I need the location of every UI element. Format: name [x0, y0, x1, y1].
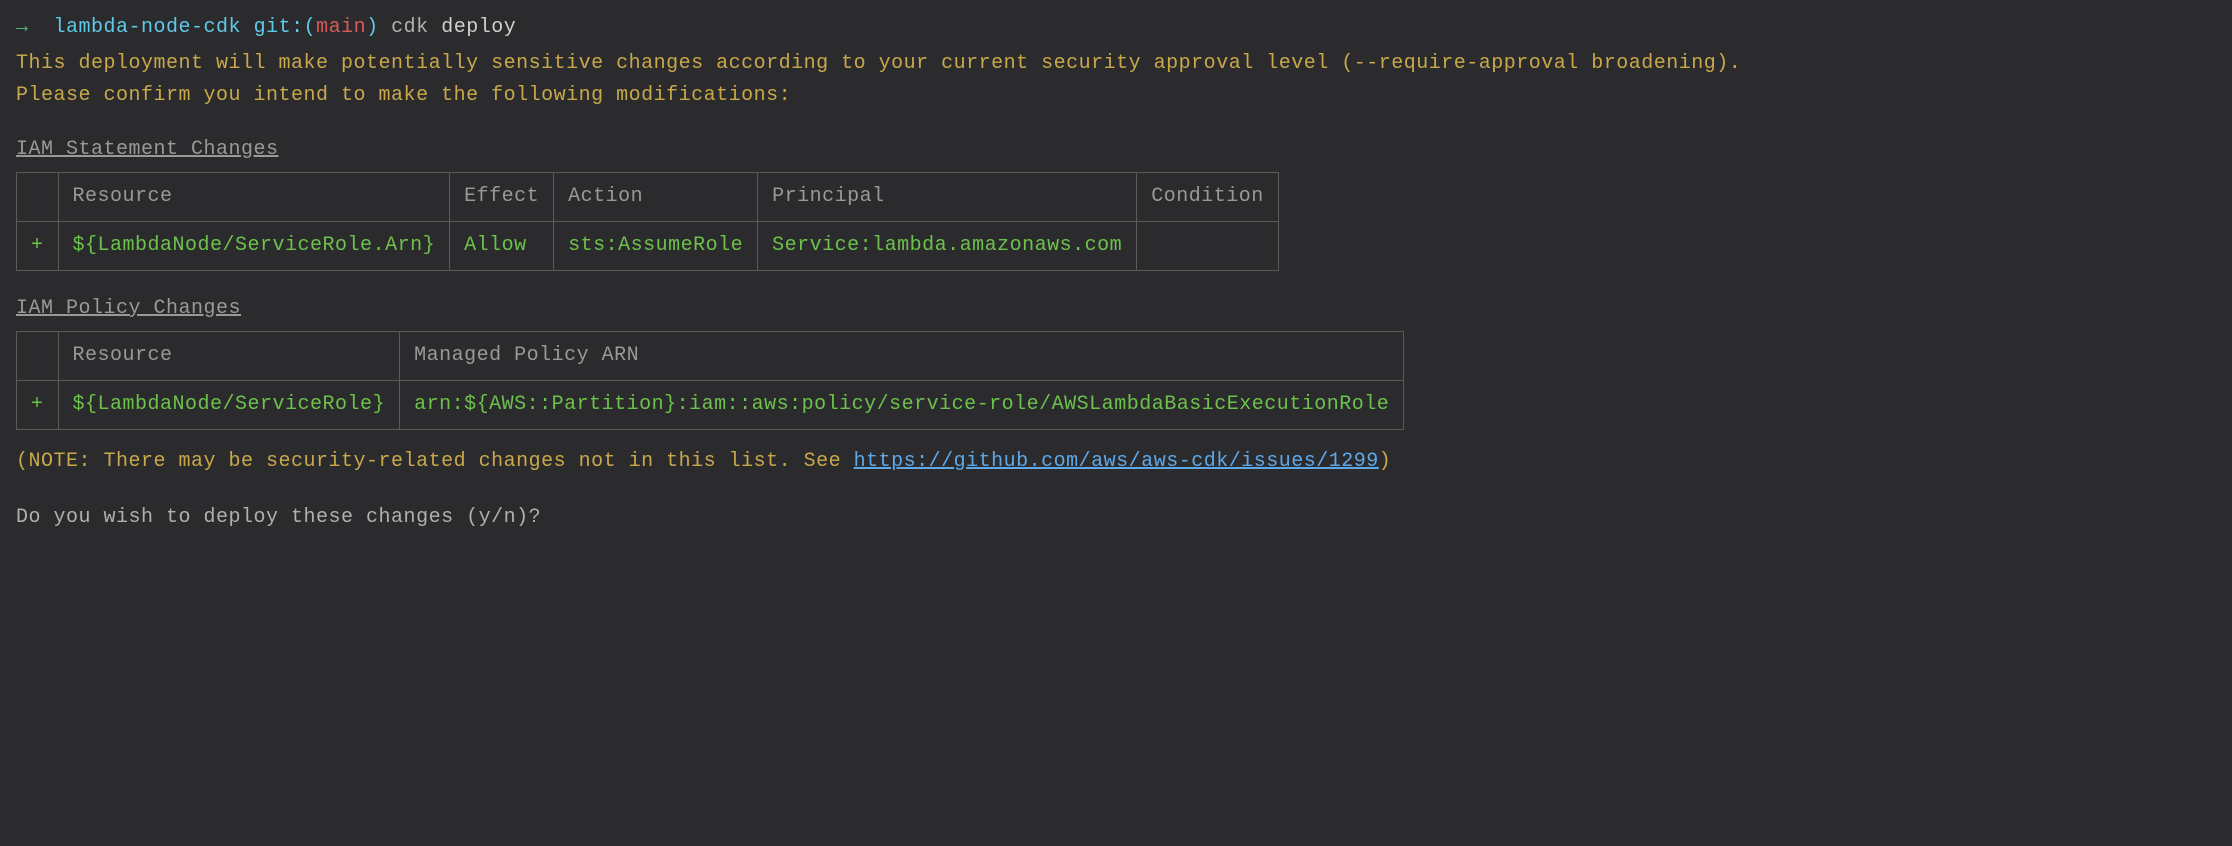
git-branch: main — [316, 16, 366, 39]
col-effect: Effect — [450, 173, 554, 222]
note-suffix: ) — [1379, 450, 1392, 473]
git-paren-close: ) — [366, 16, 379, 39]
cell-condition — [1137, 222, 1279, 271]
note-line: (NOTE: There may be security-related cha… — [16, 446, 2216, 478]
warning-line-1: This deployment will make potentially se… — [16, 48, 2216, 80]
col-resource: Resource — [58, 173, 450, 222]
col-sign — [17, 332, 59, 381]
col-action: Action — [554, 173, 758, 222]
col-condition: Condition — [1137, 173, 1279, 222]
table-header-row: Resource Effect Action Principal Conditi… — [17, 173, 1279, 222]
git-prefix: git:( — [254, 16, 317, 39]
cell-resource: ${LambdaNode/ServiceRole} — [58, 381, 400, 430]
cell-sign: + — [17, 222, 59, 271]
cell-sign: + — [17, 381, 59, 430]
command: cdk — [391, 16, 429, 39]
col-principal: Principal — [758, 173, 1137, 222]
table-row: + ${LambdaNode/ServiceRole.Arn} Allow st… — [17, 222, 1279, 271]
col-sign — [17, 173, 59, 222]
iam-policy-header: IAM Policy Changes — [16, 293, 2216, 325]
cell-principal: Service:lambda.amazonaws.com — [758, 222, 1137, 271]
prompt-directory: lambda-node-cdk — [54, 16, 242, 39]
cell-resource: ${LambdaNode/ServiceRole.Arn} — [58, 222, 450, 271]
iam-statement-table: Resource Effect Action Principal Conditi… — [16, 172, 1279, 271]
confirm-prompt[interactable]: Do you wish to deploy these changes (y/n… — [16, 502, 2216, 534]
command-arg: deploy — [441, 16, 516, 39]
cell-action: sts:AssumeRole — [554, 222, 758, 271]
col-resource: Resource — [58, 332, 400, 381]
table-row: + ${LambdaNode/ServiceRole} arn:${AWS::P… — [17, 381, 1404, 430]
prompt-line: → lambda-node-cdk git:(main) cdk deploy — [16, 12, 2216, 44]
prompt-arrow: → — [16, 16, 29, 39]
cell-effect: Allow — [450, 222, 554, 271]
cell-managed-policy: arn:${AWS::Partition}:iam::aws:policy/se… — [400, 381, 1404, 430]
iam-policy-table: Resource Managed Policy ARN + ${LambdaNo… — [16, 331, 1404, 430]
note-link[interactable]: https://github.com/aws/aws-cdk/issues/12… — [854, 450, 1379, 473]
warning-line-2: Please confirm you intend to make the fo… — [16, 80, 2216, 112]
note-prefix: (NOTE: There may be security-related cha… — [16, 450, 854, 473]
table-header-row: Resource Managed Policy ARN — [17, 332, 1404, 381]
col-managed-policy: Managed Policy ARN — [400, 332, 1404, 381]
iam-statement-header: IAM Statement Changes — [16, 134, 2216, 166]
